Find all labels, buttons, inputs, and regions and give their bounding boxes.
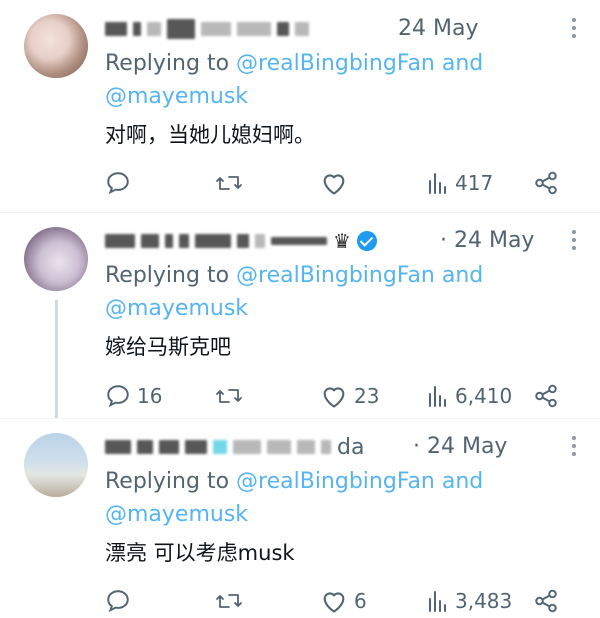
tweet-date[interactable]: 24 May bbox=[398, 16, 478, 41]
replying-to-label: Replying to bbox=[105, 51, 230, 76]
retweet-button[interactable] bbox=[215, 380, 243, 412]
author-name-redacted[interactable]: da bbox=[105, 434, 364, 460]
view-count: 417 bbox=[455, 171, 494, 195]
share-icon bbox=[535, 384, 557, 408]
tweet-date[interactable]: · 24 May bbox=[440, 228, 534, 253]
views-button[interactable]: 6,410 bbox=[427, 380, 512, 412]
author-name-redacted[interactable] bbox=[105, 16, 309, 42]
reply-button[interactable]: 16 bbox=[105, 380, 162, 412]
share-button[interactable] bbox=[533, 167, 559, 199]
more-icon[interactable] bbox=[572, 18, 578, 38]
replying-to-line2: @mayemusk bbox=[105, 80, 248, 113]
tweet-3[interactable]: da · 24 May Replying to @realBingbingFan… bbox=[0, 419, 600, 618]
more-icon[interactable] bbox=[572, 436, 578, 456]
replying-to-line2: @mayemusk bbox=[105, 292, 248, 325]
like-count: 23 bbox=[354, 384, 380, 408]
verified-badge-icon[interactable] bbox=[356, 231, 377, 251]
reply-handle-mayemusk[interactable]: @mayemusk bbox=[105, 502, 248, 527]
views-button[interactable]: 3,483 bbox=[427, 585, 512, 617]
views-button[interactable]: 417 bbox=[427, 167, 493, 199]
reply-button[interactable] bbox=[105, 167, 131, 199]
replying-to: Replying to @realBingbingFan and bbox=[105, 259, 483, 292]
replying-to-line2: @mayemusk bbox=[105, 498, 248, 531]
views-icon bbox=[429, 386, 446, 407]
share-button[interactable] bbox=[533, 380, 559, 412]
view-count: 6,410 bbox=[455, 384, 513, 408]
tweet-actions: 16 23 6,410 bbox=[105, 380, 565, 412]
retweet-icon bbox=[216, 176, 242, 190]
retweet-icon bbox=[216, 389, 242, 403]
replying-to-label: Replying to bbox=[105, 263, 230, 288]
like-button[interactable] bbox=[320, 167, 348, 199]
reply-icon bbox=[107, 172, 129, 195]
tweet-text: 对啊，当她儿媳妇啊。 bbox=[105, 123, 315, 147]
share-button[interactable] bbox=[533, 585, 559, 617]
avatar[interactable] bbox=[24, 433, 88, 497]
reply-icon bbox=[107, 385, 129, 408]
author-name-tail[interactable]: da bbox=[337, 435, 364, 460]
reply-count: 16 bbox=[137, 384, 163, 408]
tweet-actions: 417 bbox=[105, 167, 565, 199]
replying-to-label: Replying to bbox=[105, 469, 230, 494]
reply-icon bbox=[107, 590, 129, 613]
like-icon bbox=[323, 174, 345, 195]
more-icon[interactable] bbox=[572, 230, 578, 250]
reply-button[interactable] bbox=[105, 585, 131, 617]
like-button[interactable]: 23 bbox=[320, 380, 379, 412]
view-count: 3,483 bbox=[455, 589, 513, 613]
reply-handle-mayemusk[interactable]: @mayemusk bbox=[105, 296, 248, 321]
retweet-icon bbox=[216, 594, 242, 608]
replying-to: Replying to @realBingbingFan and bbox=[105, 465, 483, 498]
reply-handles[interactable]: @realBingbingFan and bbox=[236, 51, 483, 76]
author-name-redacted[interactable]: ♛ bbox=[105, 228, 377, 254]
tweet-text: 嫁给马斯克吧 bbox=[105, 335, 231, 359]
like-count: 6 bbox=[354, 589, 367, 613]
reply-handles[interactable]: @realBingbingFan and bbox=[236, 469, 483, 494]
crown-emoji: ♛ bbox=[333, 229, 351, 253]
retweet-button[interactable] bbox=[215, 585, 243, 617]
tweet-date[interactable]: · 24 May bbox=[413, 434, 507, 459]
tweet-actions: 6 3,483 bbox=[105, 585, 565, 617]
share-icon bbox=[535, 171, 557, 195]
like-button[interactable]: 6 bbox=[320, 585, 367, 617]
retweet-button[interactable] bbox=[215, 167, 243, 199]
avatar[interactable] bbox=[24, 14, 88, 78]
views-icon bbox=[429, 173, 446, 194]
share-icon bbox=[535, 589, 557, 613]
like-icon bbox=[323, 387, 345, 408]
like-icon bbox=[323, 592, 345, 613]
avatar[interactable] bbox=[24, 227, 88, 291]
replying-to: Replying to @realBingbingFan and bbox=[105, 47, 483, 80]
views-icon bbox=[429, 591, 446, 612]
tweet-2[interactable]: ♛ · 24 May Replying to @realBingbingFan … bbox=[0, 213, 600, 418]
reply-handles[interactable]: @realBingbingFan and bbox=[236, 263, 483, 288]
tweet-1[interactable]: 24 May Replying to @realBingbingFan and … bbox=[0, 0, 600, 212]
reply-handle-mayemusk[interactable]: @mayemusk bbox=[105, 84, 248, 109]
tweet-text: 漂亮 可以考虑musk bbox=[105, 541, 295, 565]
